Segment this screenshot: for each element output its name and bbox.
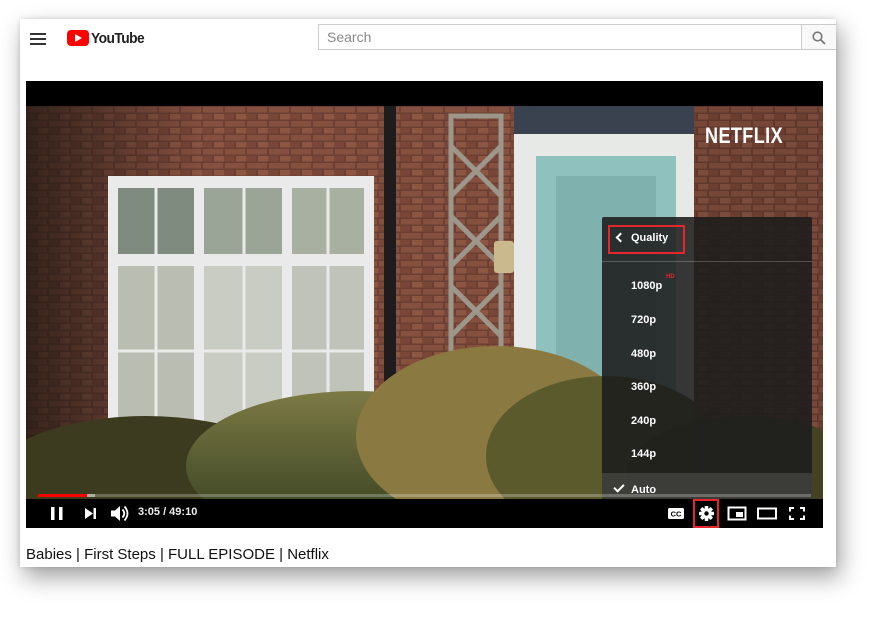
quality-option-label: 720p — [631, 314, 657, 326]
checkmark-icon — [613, 481, 625, 493]
quality-option-144p[interactable]: 144p — [602, 437, 812, 471]
theater-mode-button[interactable] — [755, 499, 779, 528]
search-button[interactable] — [801, 24, 836, 50]
quality-settings-menu: Quality 1080p HD 720p 480p 360p 240p 144… — [602, 217, 812, 499]
volume-button[interactable] — [108, 499, 132, 528]
quality-menu-title: Quality — [631, 232, 669, 244]
next-button[interactable] — [80, 499, 102, 528]
cc-icon: CC — [668, 508, 684, 519]
search-icon — [812, 31, 826, 45]
progress-played — [38, 494, 87, 497]
progress-bar[interactable] — [38, 494, 811, 497]
settings-highlight — [693, 499, 719, 528]
quality-option-label: 480p — [631, 348, 657, 360]
video-frame[interactable]: NETFLIX Quality 1080p HD 720p 480p 360p … — [26, 106, 823, 499]
pause-button[interactable] — [46, 499, 68, 528]
quality-option-label: 360p — [631, 381, 657, 393]
netflix-watermark: NETFLIX — [705, 123, 784, 148]
quality-option-1080p[interactable]: 1080p HD — [602, 269, 812, 303]
fullscreen-icon — [789, 507, 805, 520]
miniplayer-button[interactable] — [725, 499, 749, 528]
masthead: YouTube — [20, 19, 836, 61]
quality-menu-header[interactable]: Quality — [602, 217, 812, 262]
quality-option-240p[interactable]: 240p — [602, 404, 812, 438]
quality-option-720p[interactable]: 720p — [602, 303, 812, 337]
fullscreen-button[interactable] — [785, 499, 809, 528]
video-title: Babies | First Steps | FULL EPISODE | Ne… — [26, 546, 329, 563]
miniplayer-icon — [727, 506, 747, 521]
hd-badge: HD — [666, 274, 675, 280]
player-controls: 3:05 / 49:10 CC — [26, 499, 823, 528]
quality-option-360p[interactable]: 360p — [602, 370, 812, 404]
video-player[interactable]: NETFLIX Quality 1080p HD 720p 480p 360p … — [26, 81, 823, 528]
quality-option-label: 1080p — [631, 280, 663, 292]
next-icon — [85, 508, 96, 519]
quality-option-480p[interactable]: 480p — [602, 337, 812, 371]
search-input[interactable] — [318, 24, 802, 50]
youtube-play-icon — [67, 30, 89, 46]
svg-text:CC: CC — [671, 510, 682, 519]
volume-icon — [111, 505, 129, 522]
quality-option-label: 240p — [631, 415, 657, 427]
theater-mode-icon — [757, 507, 777, 520]
wall-lamp — [494, 241, 514, 273]
pause-icon — [51, 507, 63, 520]
youtube-logo[interactable]: YouTube — [67, 28, 149, 48]
hamburger-menu-icon[interactable] — [30, 33, 46, 45]
logo-text: YouTube — [91, 29, 145, 47]
captions-button[interactable]: CC — [664, 499, 690, 528]
quality-option-label: 144p — [631, 448, 657, 460]
time-display: 3:05 / 49:10 — [138, 506, 198, 518]
browser-frame: YouTube Search NETFLIX Quality 1080p HD … — [20, 19, 836, 567]
